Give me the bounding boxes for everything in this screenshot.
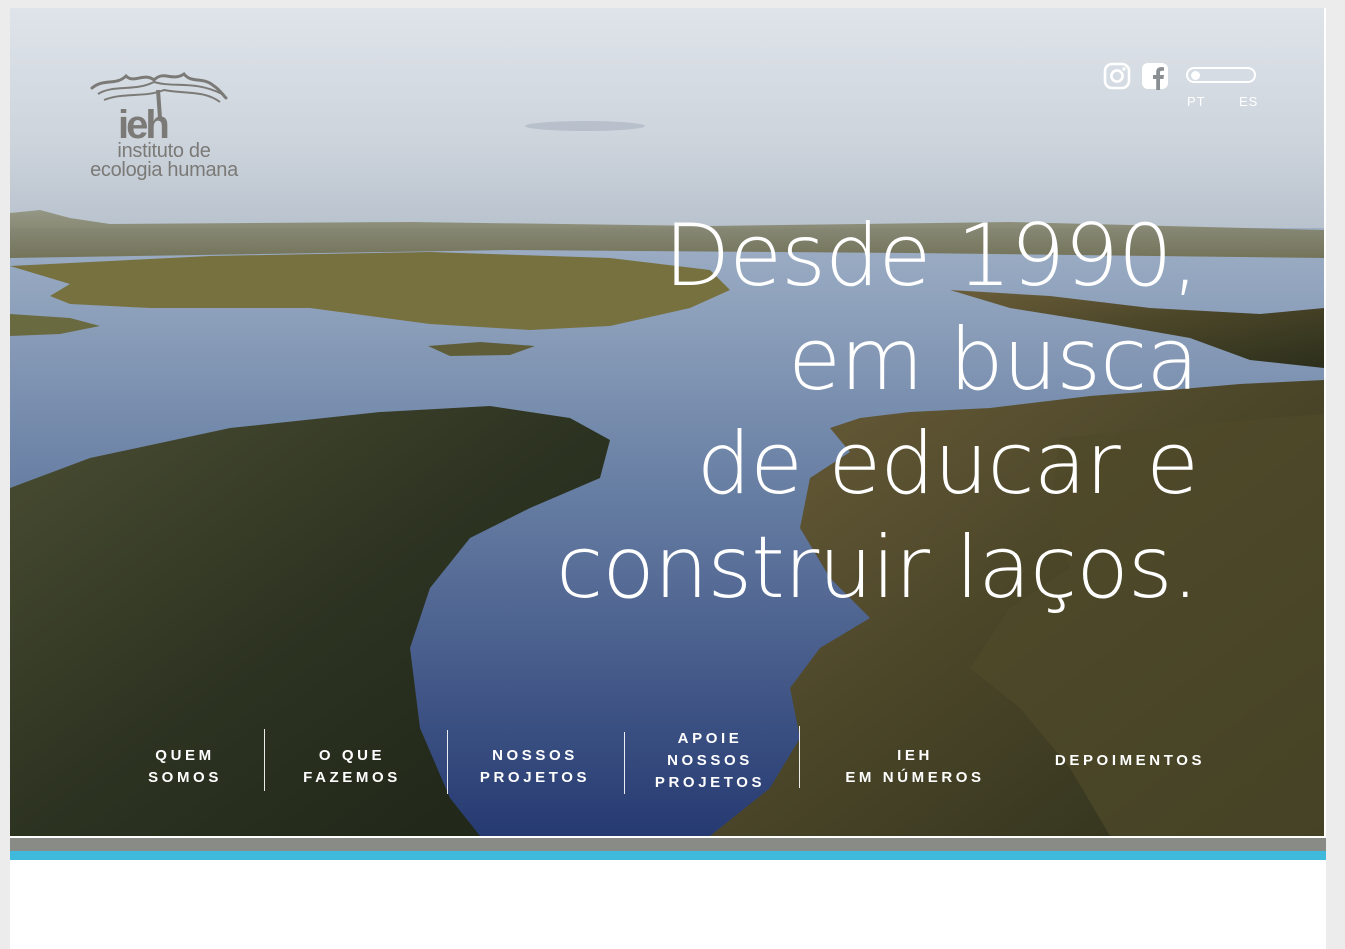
language-toggle[interactable] xyxy=(1186,67,1256,83)
nav-item-ieh-em-numeros[interactable]: IEH EM NÚMEROS xyxy=(830,724,1000,810)
headline-line-2: em busca xyxy=(788,310,1199,410)
main-nav: QUEM SOMOS O QUE FAZEMOS NOSSOS PROJETOS… xyxy=(10,724,1324,810)
logo-monogram: ieh xyxy=(118,103,167,144)
nav-item-depoimentos[interactable]: DEPOIMENTOS xyxy=(1040,718,1220,804)
nav-item-o-que-fazemos[interactable]: O QUE FAZEMOS xyxy=(286,724,418,810)
nav-item-quem-somos[interactable]: QUEM SOMOS xyxy=(130,724,240,810)
tree-logo-mark: ieh xyxy=(90,71,228,147)
footer-accent-blue xyxy=(10,851,1326,860)
nav-divider xyxy=(799,726,800,788)
logo-line-2: ecologia humana xyxy=(90,159,238,181)
language-toggle-knob xyxy=(1191,71,1200,80)
language-option-es[interactable]: ES xyxy=(1239,94,1258,109)
nav-item-nossos-projetos[interactable]: NOSSOS PROJETOS xyxy=(465,724,605,810)
logo-wordmark: instituto de ecologia humana xyxy=(74,141,254,181)
instagram-icon[interactable] xyxy=(1103,62,1131,94)
hero-banner: ieh instituto de ecologia humana PT ES D… xyxy=(10,8,1324,836)
language-option-pt[interactable]: PT xyxy=(1187,94,1206,109)
headline-line-1: Desde 1990, xyxy=(664,206,1199,306)
nav-divider xyxy=(624,732,625,794)
nav-item-apoie-nossos-projetos[interactable]: APOIE NOSSOS PROJETOS xyxy=(640,718,780,804)
logo[interactable]: ieh instituto de ecologia humana xyxy=(74,64,254,184)
headline-line-4: construir laços. xyxy=(555,518,1199,618)
nav-divider xyxy=(447,730,448,794)
hero-headline: Desde 1990, em busca de educar e constru… xyxy=(555,204,1199,620)
footer-accent-gray xyxy=(10,838,1326,851)
headline-line-3: de educar e xyxy=(696,414,1199,514)
facebook-icon[interactable] xyxy=(1141,62,1169,94)
nav-divider xyxy=(264,729,265,791)
page: ieh instituto de ecologia humana PT ES D… xyxy=(10,8,1326,949)
